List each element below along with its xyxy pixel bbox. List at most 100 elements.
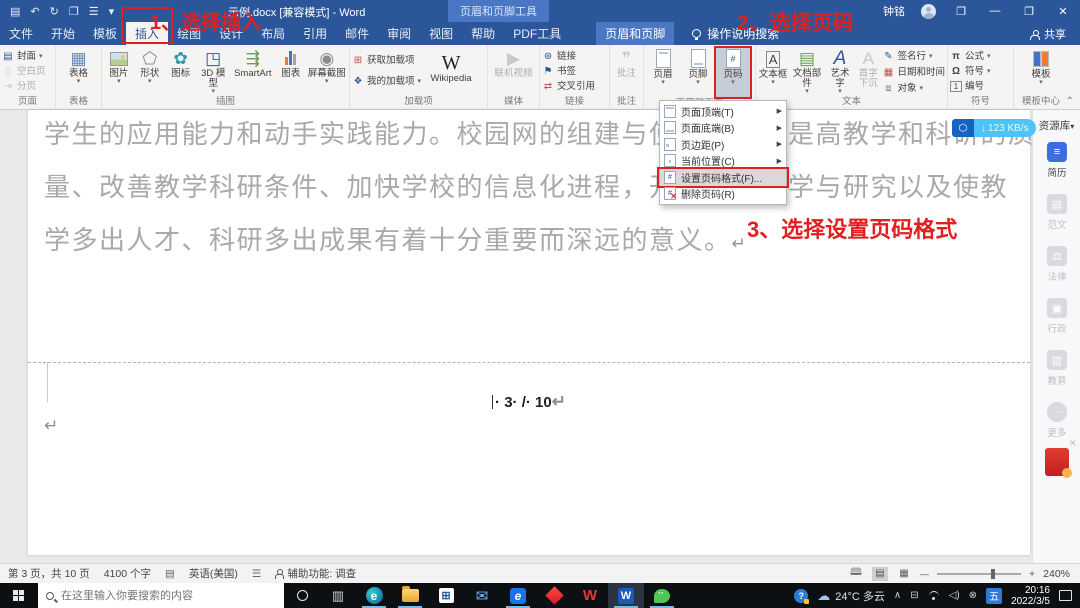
customize-qat-icon[interactable]: ▾ — [109, 5, 115, 18]
cortana-icon[interactable] — [284, 583, 320, 608]
volume-icon[interactable]: ◁) — [949, 590, 960, 601]
wikipedia-button[interactable]: W Wikipedia — [422, 48, 480, 84]
chart-button[interactable]: 图表 — [276, 48, 306, 79]
shapes-button[interactable]: ⬠ 形状 ▾ — [135, 48, 165, 85]
template-button[interactable]: 模板 ▾ — [1024, 48, 1058, 86]
page-number-button[interactable]: # 页码 ▾ — [714, 46, 752, 99]
menu-item-format-page-numbers[interactable]: # 设置页码格式(F)... — [657, 167, 789, 188]
tab-header-footer[interactable]: 页眉和页脚 — [596, 22, 675, 45]
share-button[interactable]: 共享 — [1030, 26, 1066, 42]
drop-cap-button[interactable]: A 首字下沉 — [855, 48, 881, 89]
word-count[interactable]: 4100 个字 — [104, 566, 151, 581]
textbox-button[interactable]: A 文本框 ▾ — [758, 48, 788, 86]
footer-button[interactable]: 页脚 ▾ — [681, 48, 715, 86]
taskbar-app-diamond[interactable] — [536, 583, 572, 608]
collapse-ribbon-icon[interactable]: ⌃ — [1066, 96, 1074, 107]
comment-button[interactable]: ❞ 批注 — [612, 48, 641, 79]
taskbar-app-explorer[interactable] — [392, 583, 428, 608]
redo-icon[interactable]: ↻ — [50, 5, 59, 18]
macro-icon[interactable]: ☰ — [252, 568, 261, 580]
undo-icon[interactable]: ↶ — [30, 5, 39, 18]
menu-item-top-of-page[interactable]: 页面顶端(T) ▶ — [660, 103, 786, 120]
cross-reference-button[interactable]: ⇄ 交叉引用 — [542, 80, 595, 93]
picture-button[interactable]: 图片 ▾ — [104, 48, 134, 85]
web-layout-icon[interactable]: ▦ — [896, 567, 912, 581]
number-button[interactable]: 1 编号 — [950, 80, 991, 93]
link-button[interactable]: ⊛ 链接 — [542, 50, 595, 63]
tab-mailings[interactable]: 邮件 — [336, 22, 378, 45]
screenshot-button[interactable]: ◉ 屏幕截图 ▾ — [307, 48, 347, 85]
icons-button[interactable]: ✿ 图标 — [166, 48, 196, 79]
language-indicator[interactable]: 英语(美国) — [189, 566, 238, 581]
action-center-icon[interactable] — [1059, 590, 1072, 601]
sidebar-item-admin[interactable]: ▣ 行政 — [1033, 298, 1080, 335]
signature-line-button[interactable]: ✎ 签名行 ▾ — [882, 50, 945, 63]
taskbar-app-word[interactable]: W — [608, 583, 644, 608]
tab-home[interactable]: 开始 — [42, 22, 84, 45]
red-packet-promo[interactable] — [1045, 448, 1072, 478]
print-layout-icon[interactable]: ▤ — [872, 566, 888, 581]
table-button[interactable]: ▦ 表格 ▾ — [62, 48, 96, 85]
search-input[interactable] — [61, 589, 261, 602]
read-mode-icon[interactable]: 🕮 — [848, 567, 864, 581]
menu-item-remove-page-numbers[interactable]: # ✕ 删除页码(R) — [660, 186, 786, 203]
ime-indicator[interactable]: 五 — [986, 587, 1003, 604]
my-addins-button[interactable]: ❖ 我的加载项 ▾ — [352, 75, 422, 88]
tab-help[interactable]: 帮助 — [462, 22, 504, 45]
menu-item-page-margins[interactable]: 页边距(P) ▶ — [660, 136, 786, 153]
tray-device-icon[interactable]: ⊟ — [910, 590, 918, 601]
task-view-icon[interactable]: ▥ — [320, 583, 356, 608]
quick-parts-button[interactable]: ▤ 文档部件 ▾ — [789, 48, 825, 95]
page-footer[interactable]: · 3· /· 10↵ — [28, 392, 1030, 412]
taskbar-clock[interactable]: 20:16 2022/3/5 — [1011, 585, 1050, 607]
zoom-in-icon[interactable]: + — [1029, 568, 1035, 580]
weather-widget[interactable]: ☁ 24°C 多云 — [817, 588, 885, 604]
header-button[interactable]: 页眉 ▾ — [646, 48, 680, 86]
wordart-button[interactable]: A 艺术字 ▾ — [826, 48, 854, 96]
proofing-icon[interactable]: ▤ — [165, 568, 175, 580]
smartart-button[interactable]: ⇶ SmartArt — [231, 48, 275, 79]
zoom-level[interactable]: 240% — [1043, 568, 1070, 580]
equation-button[interactable]: π 公式 ▾ — [950, 50, 990, 63]
touch-mode-icon[interactable]: ❐ — [69, 5, 79, 18]
online-video-button[interactable]: ▶ 联机视频 — [492, 48, 536, 79]
taskbar-app-edge[interactable]: e — [356, 583, 392, 608]
zoom-out-icon[interactable]: — — [920, 569, 929, 579]
zoom-slider[interactable] — [937, 568, 1021, 579]
date-time-button[interactable]: ▦ 日期和时间 — [882, 66, 945, 79]
taskbar-app-e[interactable]: e — [500, 583, 536, 608]
symbol-button[interactable]: Ω 符号 ▾ — [950, 65, 991, 78]
cover-page-button[interactable]: ▤ 封面 ▾ — [2, 50, 46, 63]
restore-button[interactable]: ❐ — [1020, 5, 1038, 18]
sidebar-item-more[interactable]: ··· 更多 — [1033, 402, 1080, 439]
menu-item-bottom-of-page[interactable]: 页面底端(B) ▶ — [660, 120, 786, 137]
ribbon-display-options-icon[interactable]: ❐ — [952, 5, 970, 18]
resource-library-header[interactable]: 资源库▾ — [1033, 110, 1080, 133]
minimize-button[interactable]: — — [986, 5, 1004, 17]
tab-references[interactable]: 引用 — [294, 22, 336, 45]
print-preview-icon[interactable]: ☰ — [89, 5, 99, 18]
tray-expand-icon[interactable]: ∧ — [894, 590, 901, 601]
wifi-icon[interactable] — [928, 591, 940, 600]
help-tray-icon[interactable]: ? — [794, 588, 810, 604]
download-speed-badge[interactable]: ⬡ ↓ 123 KB/s — [952, 119, 1036, 137]
sidebar-item-resume[interactable]: ≡ 简历 — [1033, 142, 1080, 179]
taskbar-search[interactable] — [38, 583, 284, 608]
close-promo-icon[interactable]: ✕ — [1069, 438, 1077, 449]
document-page[interactable]: 学生的应用能力和动手实践能力。校园网的组建与使用 是高教学和科研的质 量、改善教… — [28, 110, 1034, 555]
page-break-button[interactable]: ⇥ 分页 — [2, 80, 46, 93]
tab-review[interactable]: 审阅 — [378, 22, 420, 45]
tab-template[interactable]: 模板 — [84, 22, 126, 45]
object-button[interactable]: ⧈ 对象 ▾ — [882, 82, 945, 95]
avatar[interactable] — [921, 3, 936, 19]
start-button[interactable] — [0, 583, 38, 608]
save-icon[interactable]: ▤ — [10, 5, 20, 18]
close-button[interactable]: ✕ — [1054, 5, 1072, 18]
zoom-slider-thumb[interactable] — [991, 568, 995, 579]
tab-pdf-tools[interactable]: PDF工具 — [504, 22, 570, 45]
sidebar-item-legal[interactable]: ⚖ 法律 — [1033, 246, 1080, 283]
bookmark-button[interactable]: ⚑ 书签 — [542, 65, 595, 78]
sidebar-item-education[interactable]: ▥ 教育 — [1033, 350, 1080, 387]
accessibility-status[interactable]: 辅助功能: 调查 — [275, 566, 356, 581]
taskbar-app-wechat[interactable] — [644, 583, 680, 608]
